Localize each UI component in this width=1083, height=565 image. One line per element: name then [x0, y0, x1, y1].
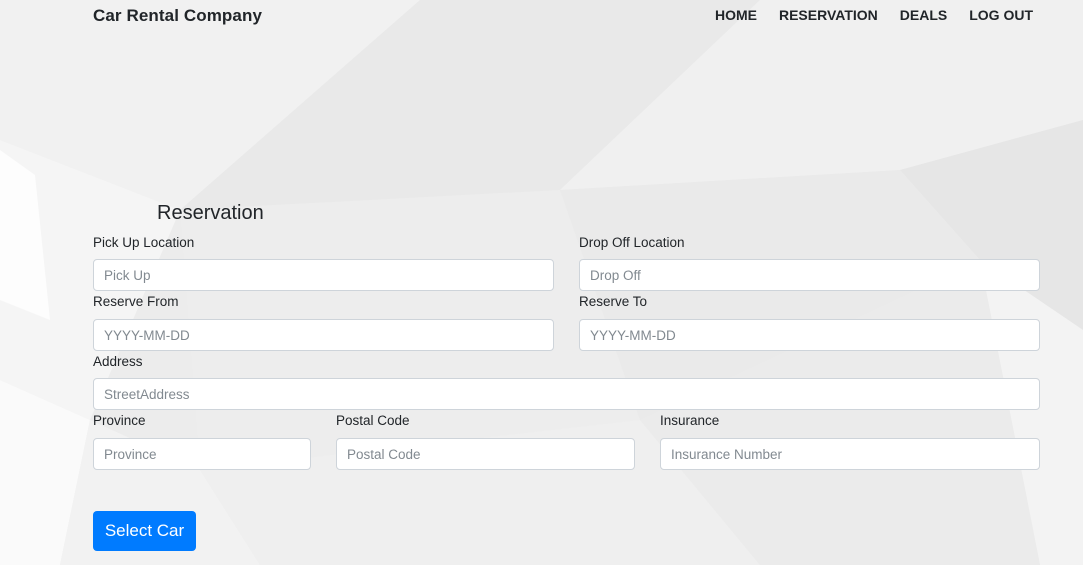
- postal-code-label: Postal Code: [336, 413, 410, 428]
- postal-code-input[interactable]: [336, 438, 635, 470]
- pickup-input[interactable]: [93, 259, 554, 291]
- dropoff-label: Drop Off Location: [579, 235, 685, 250]
- insurance-input[interactable]: [660, 438, 1040, 470]
- insurance-label: Insurance: [660, 413, 720, 428]
- form-title: Reservation: [157, 202, 264, 224]
- dropoff-input[interactable]: [579, 259, 1040, 291]
- reserve-from-input[interactable]: [93, 319, 554, 351]
- select-car-button[interactable]: Select Car: [93, 511, 196, 551]
- reservation-form: Reservation Pick Up Location Drop Off Lo…: [0, 0, 1083, 565]
- reserve-from-label: Reserve From: [93, 294, 179, 309]
- reserve-to-input[interactable]: [579, 319, 1040, 351]
- address-label: Address: [93, 354, 143, 369]
- province-input[interactable]: [93, 438, 311, 470]
- address-input[interactable]: [93, 378, 1040, 410]
- reserve-to-label: Reserve To: [579, 294, 648, 309]
- pickup-label: Pick Up Location: [93, 235, 195, 250]
- province-label: Province: [93, 413, 146, 428]
